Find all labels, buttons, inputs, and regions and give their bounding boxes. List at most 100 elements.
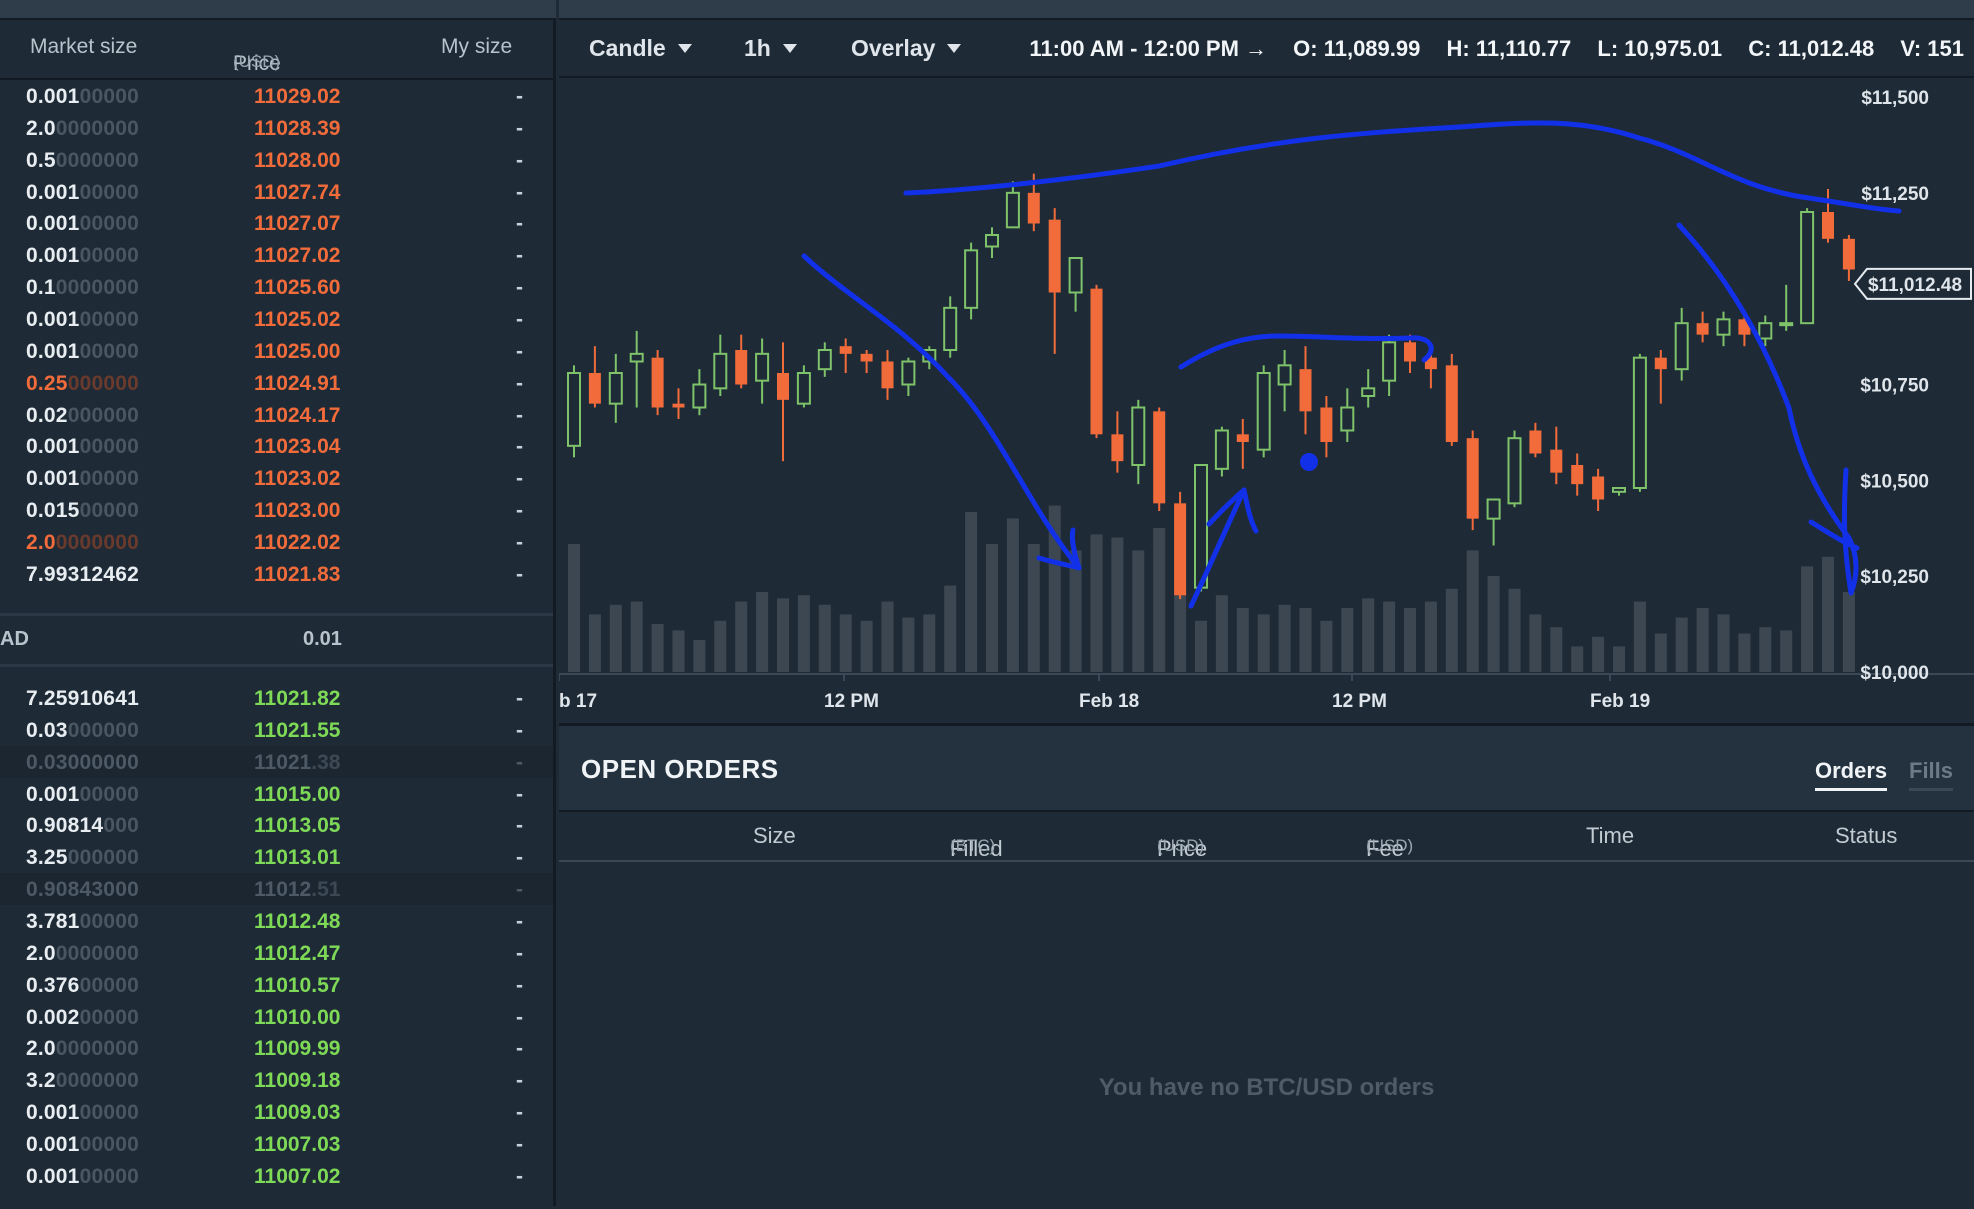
price-decimal: .47 bbox=[311, 941, 341, 965]
ask-row[interactable]: 0.10000000 11025.60 - bbox=[0, 271, 553, 303]
price-integer: 11027 bbox=[254, 180, 312, 204]
market-size-padding: 00000 bbox=[79, 180, 139, 204]
ask-row[interactable]: 0.00100000 11027.07 - bbox=[0, 207, 553, 239]
volume-bar bbox=[1445, 588, 1458, 672]
market-size-padding: 00000 bbox=[79, 499, 139, 523]
bid-row[interactable]: 2.00000000 11012.47 - bbox=[0, 937, 553, 969]
volume-bar bbox=[1738, 633, 1751, 672]
my-size: - bbox=[516, 339, 523, 363]
ask-row[interactable]: 0.00100000 11029.02 - bbox=[0, 80, 553, 112]
interval-dropdown[interactable]: 1h bbox=[744, 35, 797, 62]
bid-row[interactable]: 0.03000000 11021.38 - bbox=[0, 745, 553, 778]
bid-row[interactable]: 0.00200000 11010.00 - bbox=[0, 1001, 553, 1033]
ask-row[interactable]: 0.25000000 11024.91 - bbox=[0, 367, 553, 399]
annotation-top-arc bbox=[903, 120, 1902, 214]
y-axis-labels: $11,500 $11,250 $10,750 $10,500 $10,250 $10,0… bbox=[1860, 88, 1929, 684]
price: 11010.57 bbox=[254, 974, 340, 998]
volume-bar bbox=[756, 592, 769, 672]
ask-row[interactable]: 2.00000000 11022.02 - bbox=[0, 526, 553, 558]
candle-body-up bbox=[1800, 211, 1815, 325]
price-decimal: .01 bbox=[311, 846, 341, 870]
bid-row[interactable]: 3.25000000 11013.01 - bbox=[0, 841, 553, 873]
volume-bar bbox=[1299, 608, 1312, 672]
candle-body-up bbox=[1507, 437, 1522, 505]
my-size: - bbox=[516, 180, 523, 204]
bid-row[interactable]: 0.00100000 11007.03 - bbox=[0, 1128, 553, 1160]
ask-row[interactable]: 0.00100000 11025.00 - bbox=[0, 335, 553, 367]
bid-row[interactable]: 0.00100000 11007.02 - bbox=[0, 1160, 553, 1192]
bid-row[interactable]: 2.00000000 11009.99 - bbox=[0, 1032, 553, 1064]
ask-row[interactable]: 7.99312462 11021.83 - bbox=[0, 558, 553, 590]
market-size: 0.00100000 bbox=[26, 1101, 139, 1125]
market-size-value: 3.2 bbox=[26, 1069, 56, 1093]
volume-bar bbox=[672, 630, 685, 672]
price-integer: 11023 bbox=[254, 467, 312, 491]
price-decimal: .17 bbox=[311, 403, 341, 427]
bid-row[interactable]: 0.37600000 11010.57 - bbox=[0, 969, 553, 1001]
bid-row[interactable]: 0.90814000 11013.05 - bbox=[0, 809, 553, 841]
ask-row[interactable]: 2.00000000 11028.39 - bbox=[0, 112, 553, 144]
volume-bar bbox=[818, 604, 831, 672]
overlay-dropdown[interactable]: Overlay bbox=[851, 35, 962, 62]
bid-row[interactable]: 0.00100000 11009.03 - bbox=[0, 1096, 553, 1128]
market-size-value: 0.001 bbox=[26, 1164, 80, 1188]
ask-row[interactable]: 0.00100000 11025.02 - bbox=[0, 303, 553, 335]
price-integer: 11009 bbox=[254, 1101, 312, 1125]
price: 11025.02 bbox=[254, 308, 340, 332]
ask-row[interactable]: 0.00100000 11027.02 - bbox=[0, 239, 553, 271]
candle-body-up bbox=[1214, 429, 1229, 470]
ask-row[interactable]: 0.02000000 11024.17 - bbox=[0, 399, 553, 431]
my-size: - bbox=[516, 814, 523, 838]
volume-bar bbox=[1257, 614, 1270, 672]
candle-body-down bbox=[1299, 369, 1312, 412]
ask-row[interactable]: 0.00100000 11027.74 - bbox=[0, 176, 553, 208]
price-integer: 11028 bbox=[254, 148, 312, 172]
my-size: - bbox=[516, 1069, 523, 1093]
my-size: - bbox=[516, 1101, 523, 1125]
ask-row[interactable]: 0.50000000 11028.00 - bbox=[0, 144, 553, 176]
candlestick-chart-svg[interactable]: $11,500 $11,250 $10,750 $10,500 $10,250 $10,0… bbox=[559, 78, 1974, 723]
tab-orders[interactable]: Orders bbox=[1815, 758, 1888, 791]
market-size-padding: 000000 bbox=[67, 718, 139, 742]
volume-bar bbox=[1780, 630, 1793, 672]
candle-body-up bbox=[692, 383, 707, 409]
market-size: 0.00100000 bbox=[26, 435, 139, 459]
price: 11027.07 bbox=[254, 212, 340, 236]
candle-body-down bbox=[1466, 438, 1479, 519]
open-orders-column-headers: Size Filled (BTC) Price (USD) Fee (USD) … bbox=[559, 810, 1974, 862]
header-market-size: Market size bbox=[30, 35, 138, 58]
candle-body-up bbox=[755, 352, 770, 382]
bid-row[interactable]: 0.00100000 11015.00 - bbox=[0, 778, 553, 810]
market-size: 0.00100000 bbox=[26, 308, 139, 332]
volume-bar bbox=[1592, 636, 1605, 672]
market-size-value: 0.015 bbox=[26, 499, 80, 523]
price-integer: 11007 bbox=[254, 1132, 312, 1156]
market-size-value: 0.03 bbox=[26, 718, 68, 742]
bid-row[interactable]: 0.90843000 11012.51 - bbox=[0, 873, 553, 906]
bid-row[interactable]: 7.25910641 11021.82 - bbox=[0, 682, 553, 714]
price-integer: 11024 bbox=[254, 371, 312, 395]
my-size: - bbox=[516, 687, 523, 710]
chart-top-strip bbox=[559, 0, 1974, 20]
market-size-padding: 0000000 bbox=[55, 1037, 139, 1061]
chart-type-dropdown[interactable]: Candle bbox=[589, 35, 692, 62]
high-value: H: 11,110.77 bbox=[1446, 36, 1572, 61]
bid-row[interactable]: 3.78100000 11012.48 - bbox=[0, 905, 553, 937]
candle-body-down bbox=[777, 373, 789, 400]
col-time: Time bbox=[1586, 823, 1635, 848]
market-size-padding: 000000 bbox=[67, 371, 139, 395]
tab-fills[interactable]: Fills bbox=[1909, 758, 1954, 791]
bid-row[interactable]: 3.20000000 11009.18 - bbox=[0, 1064, 553, 1096]
price: 11027.74 bbox=[254, 181, 340, 205]
price-chart[interactable]: $11,500 $11,250 $10,750 $10,500 $10,250 $10,0… bbox=[559, 78, 1974, 723]
overlay-label: Overlay bbox=[851, 35, 936, 61]
candle-body-down bbox=[588, 373, 601, 404]
market-size: 0.00100000 bbox=[26, 783, 139, 807]
volume-bar bbox=[777, 598, 789, 672]
bid-row[interactable]: 0.03000000 11021.55 - bbox=[0, 714, 553, 746]
ask-row[interactable]: 0.00100000 11023.02 - bbox=[0, 462, 553, 494]
candle-body-down bbox=[1048, 219, 1061, 293]
ask-row[interactable]: 0.01500000 11023.00 - bbox=[0, 494, 553, 526]
y-tick-label: $11,500 bbox=[1861, 88, 1929, 109]
ask-row[interactable]: 0.00100000 11023.04 - bbox=[0, 430, 553, 462]
